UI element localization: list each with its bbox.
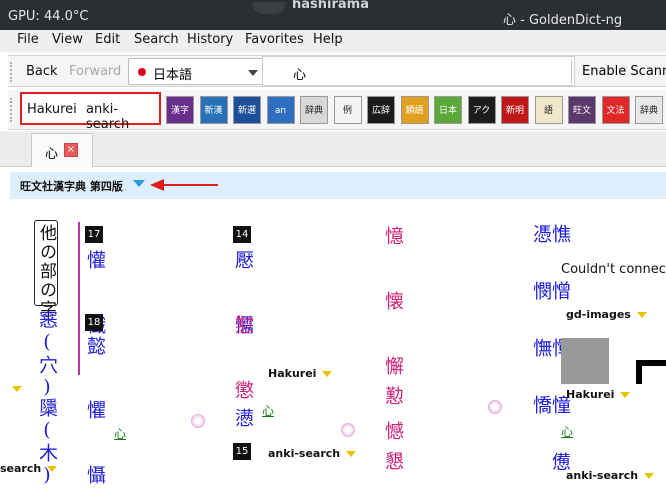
hakurei-label-right[interactable]: Hakurei <box>566 388 631 401</box>
dictionary-icon[interactable]: 日本語 <box>434 96 462 124</box>
collapse-triangle-icon[interactable] <box>133 180 145 187</box>
back-button[interactable]: Back <box>26 64 58 79</box>
menu-edit[interactable]: Edit <box>95 32 120 47</box>
tab-bar: 心 × <box>0 131 666 167</box>
kanji-column-1a[interactable]: 窸(穴) <box>36 310 58 400</box>
menu-search[interactable]: Search <box>134 32 179 47</box>
menu-bar: File View Edit Search History Favorites … <box>0 30 666 52</box>
gpu-temperature: GPU: 44.0°C <box>8 9 89 24</box>
dictionary-name: 旺文社漢字典 第四版 <box>20 180 123 193</box>
goldendict-window: { "system_bar": { "gpu": "GPU: 44.0°C", … <box>0 0 666 500</box>
system-title-bar: GPU: 44.0°C hashirama 心 - GoldenDict-ng <box>0 0 666 30</box>
dropdown-triangle-icon <box>322 371 333 377</box>
dropdown-triangle-icon <box>346 451 357 457</box>
dictionary-icon[interactable]: 類語 <box>400 96 429 124</box>
dropdown-triangle-icon <box>644 473 655 479</box>
language-selector[interactable]: 日本語 <box>128 58 268 85</box>
group-hakurei[interactable]: Hakurei <box>27 102 77 117</box>
tab-label: 心 <box>45 147 59 162</box>
red-arrow-annotation <box>150 179 218 191</box>
stroke-badge-17: 17 <box>85 226 103 243</box>
stroke-badge-18: 18 <box>85 314 103 331</box>
menu-favorites[interactable]: Favorites <box>245 32 304 47</box>
search-input[interactable]: 心 <box>262 56 575 86</box>
close-icon[interactable]: × <box>64 143 78 157</box>
dictionary-bar: Hakurei anki-search 漢字新漢和新選国語an辞典例広辞苑類語日… <box>8 90 666 132</box>
column-divider <box>78 222 80 375</box>
kanji-link-left[interactable]: 心 <box>114 425 126 442</box>
dictbar-grip[interactable] <box>10 98 14 122</box>
stroke-badge-14: 14 <box>233 226 251 243</box>
forward-button[interactable]: Forward <box>69 64 121 79</box>
anki-search-label-right[interactable]: anki-search <box>566 469 655 482</box>
dictionary-icon[interactable]: 辞典 <box>635 96 663 124</box>
large-glyph-fragment <box>636 360 666 384</box>
dropdown-triangle-icon <box>12 386 22 392</box>
user-avatar <box>252 2 286 14</box>
dictionary-icon[interactable]: 旺文 <box>568 96 596 124</box>
dictionary-icon[interactable]: 新選国語 <box>233 96 261 124</box>
dropdown-triangle-icon <box>47 466 58 472</box>
anki-search-label-mid[interactable]: anki-search <box>268 447 357 460</box>
kanji-column-3c[interactable]: 懑 <box>232 408 254 439</box>
dictionary-icon[interactable]: アクセント <box>467 96 496 124</box>
toolbar-grip[interactable] <box>10 62 14 82</box>
language-selector-value: 日本語 <box>153 68 193 83</box>
dictionary-icon[interactable]: 新明解 <box>501 96 529 124</box>
dictionary-icon[interactable]: 漢字 <box>166 96 194 124</box>
navigation-toolbar: Back Forward 日本語 心 Enable Scanning <box>8 55 666 87</box>
dictionary-icon[interactable]: 広辞苑 <box>367 96 395 124</box>
menu-view[interactable]: View <box>52 32 83 47</box>
chevron-down-icon <box>248 70 258 76</box>
audio-circle-icon[interactable] <box>341 423 355 437</box>
search-label-left[interactable]: search <box>0 462 58 475</box>
dropdown-triangle-icon <box>636 312 647 318</box>
tab-kokoro[interactable]: 心 × <box>31 133 93 167</box>
kanji-link-mid[interactable]: 心 <box>262 402 274 419</box>
kanji-column-4b[interactable]: 懃 懇 <box>382 386 404 482</box>
left-dropdown-arrow[interactable] <box>6 382 22 395</box>
other-radical-label: 他の部の字 <box>36 224 56 319</box>
menu-help[interactable]: Help <box>313 32 343 47</box>
window-title: 心 - GoldenDict-ng <box>503 13 623 28</box>
menu-file[interactable]: File <box>17 32 39 47</box>
dictionary-icon[interactable]: 辞典 <box>300 96 328 124</box>
dictionary-icon[interactable]: 例 <box>333 96 362 124</box>
user-name: hashirama <box>292 0 369 12</box>
dictionary-icon[interactable]: 文法 <box>601 96 630 124</box>
enable-scanning-button[interactable]: Enable Scanning <box>582 64 666 79</box>
article-dictionary-header[interactable]: 旺文社漢字典 第四版 <box>10 172 666 199</box>
kanji-link-right[interactable]: 心 <box>561 423 573 440</box>
connection-error-text: Couldn't connect <box>561 262 666 277</box>
audio-circle-icon[interactable] <box>191 414 205 428</box>
kanji-column-3b[interactable]: 懟 懲 <box>232 315 254 411</box>
kanji-column-2c[interactable]: 懼 懾 <box>84 400 106 496</box>
gd-images-label[interactable]: gd-images <box>566 308 647 321</box>
kanji-column-2b[interactable]: 懿 <box>84 336 106 367</box>
audio-circle-icon[interactable] <box>488 400 502 414</box>
dictionary-group-selector[interactable]: Hakurei anki-search <box>20 92 161 132</box>
kanji-column-2a[interactable]: 懽 懺 <box>84 250 106 346</box>
hakurei-label-mid[interactable]: Hakurei <box>268 367 333 380</box>
image-placeholder <box>561 338 609 384</box>
group-anki-search[interactable]: anki-search <box>86 102 159 132</box>
stroke-badge-15: 15 <box>233 443 251 460</box>
toolbar-separator <box>571 60 572 84</box>
dictionary-icon[interactable]: an <box>266 96 295 124</box>
menu-history[interactable]: History <box>187 32 233 47</box>
japan-flag-icon <box>138 68 146 76</box>
dictionary-icon[interactable]: 新漢和 <box>199 96 228 124</box>
dropdown-triangle-icon <box>620 392 631 398</box>
dictionary-icon[interactable]: 語 <box>534 96 563 124</box>
search-input-value: 心 <box>293 68 307 83</box>
